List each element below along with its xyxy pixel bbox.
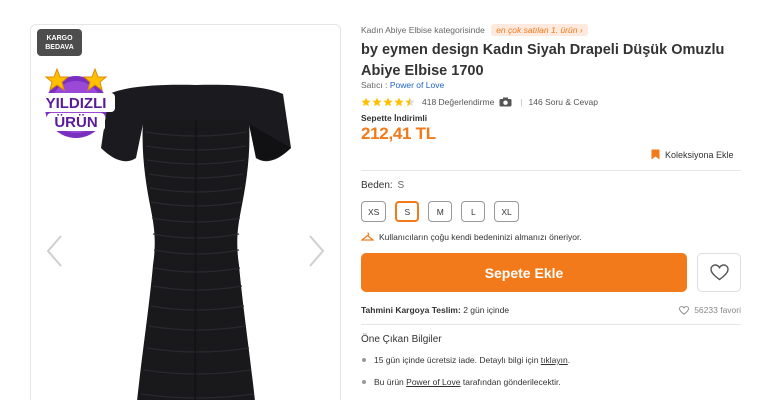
rating-count-link[interactable]: 418 Değerlendirme [422,97,494,107]
size-recommendation-text: Kullanıcıların çoğu kendi bedeninizi alm… [379,232,582,242]
heart-outline-icon [679,305,690,315]
size-option-xl[interactable]: XL [494,201,519,222]
size-option-l[interactable]: L [461,201,486,222]
delivery-value: 2 gün içinde [463,305,510,315]
best-seller-badge[interactable]: en çok satılan 1. ürün › [491,24,588,36]
return-text: 15 gün içinde ücretsiz iade. Detaylı bil… [374,355,539,365]
product-price: 212,41 TL [361,124,436,143]
highlight-item-seller: Bu ürün Power of Love tarafından gönderi… [361,377,561,387]
estimated-delivery: Tahmini Kargoya Teslim: 2 gün içinde [361,305,509,315]
collection-label: Koleksiyona Ekle [665,149,734,160]
size-option-m[interactable]: M [428,201,453,222]
cart-discount-label: Sepette İndirimli [361,113,428,123]
seller-suffix: tarafından gönderilecektir. [462,377,561,387]
favorite-count: 56233 favori [679,305,741,315]
camera-icon [499,97,512,107]
star-badge-line1: YILDIZLI [46,95,107,112]
rating-row: 418 Değerlendirme | 146 Soru & Cevap [361,97,598,107]
size-heading: Beden: S [361,180,404,191]
star-product-badge: YILDIZLI ÜRÜN [35,63,117,143]
seller-link[interactable]: Power of Love [390,80,444,90]
free-shipping-badge: KARGO BEDAVA [37,29,82,56]
add-to-collection-button[interactable]: Koleksiyona Ekle [651,149,734,160]
delivery-label: Tahmini Kargoya Teslim: [361,305,461,315]
highlight-item-return: 15 gün içinde ücretsiz iade. Detaylı bil… [361,355,570,365]
half-star-icon [405,97,415,107]
star-badge-line2: ÜRÜN [54,114,97,131]
qa-count-link[interactable]: 146 Soru & Cevap [529,97,598,107]
hanger-icon [361,232,374,241]
size-option-xs[interactable]: XS [361,201,387,222]
add-to-cart-button[interactable]: Sepete Ekle [361,253,687,292]
highlights-title: Öne Çıkan Bilgiler [361,334,442,345]
separator: | [520,97,523,107]
seller-label: Satıcı : [361,80,388,90]
size-label: Beden: [361,180,393,191]
size-option-s[interactable]: S [395,201,420,222]
star-icon [372,97,382,107]
rating-stars [361,97,416,107]
star-icon [361,97,371,107]
product-dress-image [101,84,291,400]
star-icon [383,97,393,107]
size-recommendation: Kullanıcıların çoğu kendi bedeninizi alm… [361,232,582,242]
seller-prefix: Bu ürün [374,377,404,387]
category-text[interactable]: Kadın Abiye Elbise kategorisinde [361,25,485,35]
size-options: XS S M L XL [361,201,528,222]
bullet [362,358,366,362]
return-info-link[interactable]: tıklayın [541,355,568,365]
heart-icon [709,264,729,281]
favorite-button[interactable] [697,253,741,292]
highlight-seller-link[interactable]: Power of Love [406,377,460,387]
previous-image-arrow-icon[interactable] [43,233,67,269]
product-image-gallery: KARGO BEDAVA YILDIZLI ÜRÜN [30,24,341,400]
return-text-end: . [567,355,571,365]
seller-info: Satıcı : Power of Love [361,80,444,90]
selected-size: S [397,180,405,191]
bullet [362,380,366,384]
bookmark-icon [651,149,660,160]
divider [361,324,741,325]
next-image-arrow-icon[interactable] [304,233,328,269]
divider [361,170,741,171]
favorite-count-text: 56233 favori [694,305,741,315]
product-title: by eymen design Kadın Siyah Drapeli Düşü… [361,40,741,82]
category-ranking: Kadın Abiye Elbise kategorisinde en çok … [361,24,588,36]
star-icon [394,97,404,107]
brand-name[interactable]: by eymen design [361,42,479,58]
